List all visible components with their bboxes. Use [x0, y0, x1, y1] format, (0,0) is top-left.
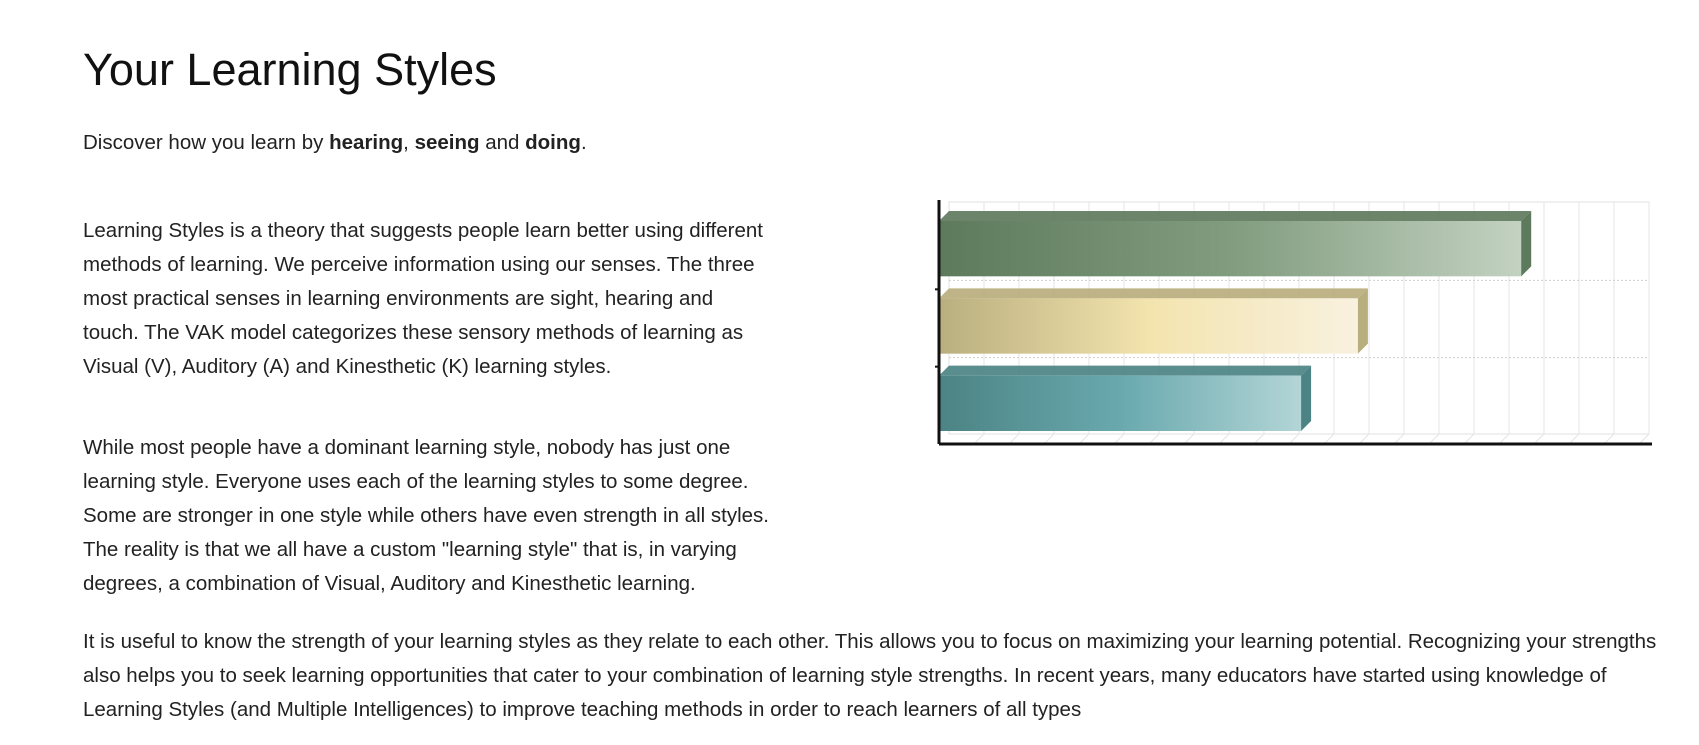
intro-separator: and — [479, 131, 526, 154]
intro-hearing: hearing — [329, 131, 404, 154]
bar-side-face — [1357, 288, 1368, 354]
paragraph-strengths: It is useful to know the strength of you… — [83, 629, 1657, 721]
intro-doing: doing — [525, 131, 581, 154]
bar — [939, 375, 1302, 431]
bar-top-face — [939, 288, 1368, 299]
bar — [939, 221, 1522, 277]
intro-text: Discover how you learn by — [83, 131, 330, 154]
learning-styles-chart — [935, 200, 1652, 446]
intro-seeing: seeing — [414, 131, 480, 154]
intro-separator: , — [403, 131, 415, 154]
intro-line: Discover how you learn by hearing, seein… — [83, 126, 587, 160]
bar — [939, 298, 1358, 354]
paragraph-theory: Learning Styles is a theory that suggest… — [83, 218, 763, 378]
bar-top-face — [939, 365, 1312, 376]
page-title: Your Learning Styles — [83, 44, 497, 95]
bar-side-face — [1521, 211, 1532, 277]
bar-side-face — [1301, 365, 1312, 431]
intro-period: . — [580, 131, 587, 154]
paragraph-dominant-style-text: While most people have a dominant learni… — [83, 436, 769, 595]
bar-top-face — [939, 211, 1532, 221]
